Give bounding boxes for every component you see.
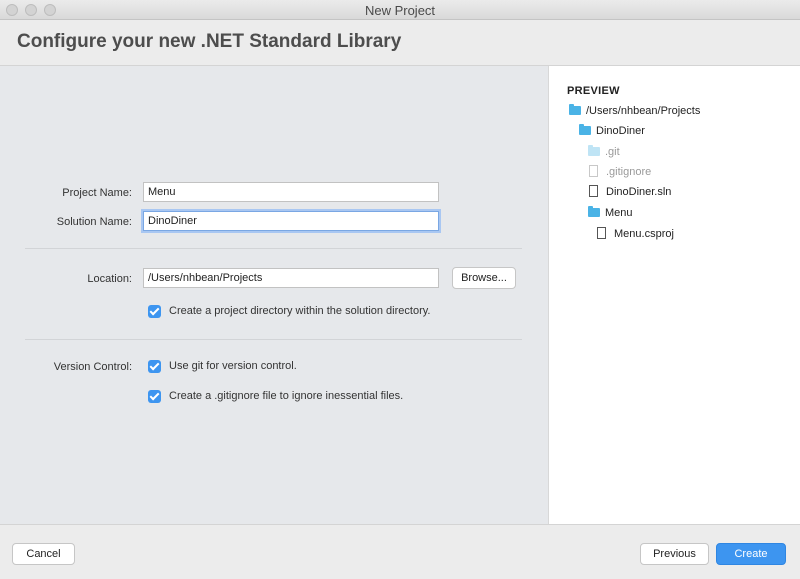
tree-item-label: Menu.csproj — [614, 228, 674, 240]
page-title: Configure your new .NET Standard Library — [17, 31, 402, 52]
location-label: Location: — [87, 273, 132, 285]
tree-item-label: DinoDiner.sln — [606, 186, 672, 198]
create-directory-checkbox[interactable] — [148, 305, 161, 318]
tree-item-label: .git — [605, 146, 620, 158]
solution-name-label: Solution Name: — [56, 216, 132, 228]
divider — [25, 248, 522, 249]
window-title: New Project — [364, 3, 436, 18]
project-name-label: Project Name: — [62, 187, 132, 199]
file-icon — [589, 165, 598, 177]
create-button[interactable]: Create — [716, 543, 786, 565]
preview-heading: PREVIEW — [567, 85, 620, 97]
solution-name-input[interactable] — [143, 211, 439, 231]
create-directory-label: Create a project directory within the so… — [169, 305, 431, 317]
cancel-button[interactable]: Cancel — [12, 543, 75, 565]
file-icon — [589, 185, 598, 197]
title-bar: New Project — [0, 0, 800, 20]
folder-icon — [569, 104, 581, 115]
preview-pane: PREVIEW /Users/nhbean/Projects DinoDiner… — [548, 66, 800, 524]
folder-icon — [588, 206, 600, 217]
location-input[interactable] — [143, 268, 439, 288]
tree-item-label: Menu — [605, 207, 633, 219]
tree-item-label: /Users/nhbean/Projects — [586, 105, 701, 117]
tree-item-label: DinoDiner — [596, 125, 645, 137]
project-name-input[interactable] — [143, 182, 439, 202]
folder-icon — [579, 124, 591, 135]
header: Configure your new .NET Standard Library — [0, 20, 800, 66]
form-pane: Project Name: Solution Name: Location: B… — [0, 66, 548, 524]
footer: Cancel Previous Create — [0, 524, 800, 579]
folder-icon — [588, 145, 600, 156]
use-git-label: Use git for version control. — [169, 360, 297, 372]
file-icon — [597, 227, 606, 239]
previous-button[interactable]: Previous — [640, 543, 709, 565]
gitignore-checkbox[interactable] — [148, 390, 161, 403]
divider — [25, 339, 522, 340]
tree-item-label: .gitignore — [606, 166, 652, 178]
browse-button[interactable]: Browse... — [452, 267, 516, 289]
gitignore-label: Create a .gitignore file to ignore iness… — [169, 390, 404, 402]
use-git-checkbox[interactable] — [148, 360, 161, 373]
version-control-label: Version Control: — [53, 361, 132, 373]
